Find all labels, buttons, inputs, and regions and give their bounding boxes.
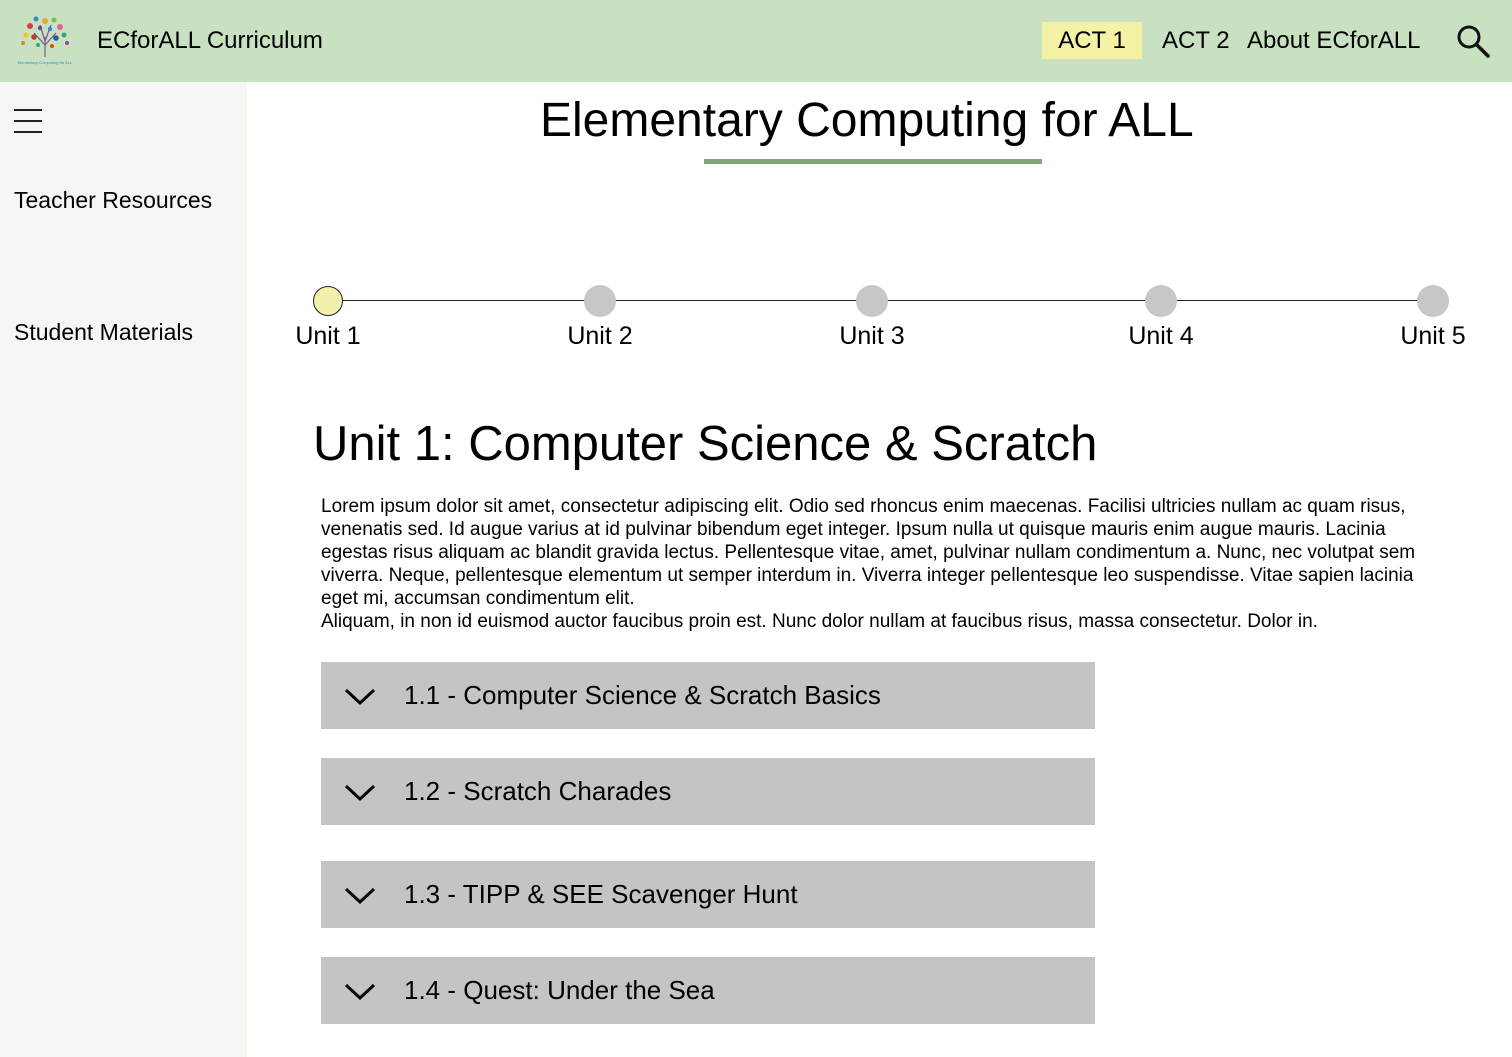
lesson-title: 1.1 - Computer Science & Scratch Basics [404, 680, 881, 710]
unit-2-dot[interactable] [584, 285, 616, 317]
lesson-accordion-1-3[interactable]: 1.3 - TIPP & SEE Scavenger Hunt [321, 861, 1095, 928]
sidebar-item-student-materials[interactable]: Student Materials [14, 319, 193, 346]
unit-4-label[interactable]: Unit 4 [1128, 322, 1193, 351]
chevron-down-icon[interactable] [343, 780, 377, 804]
lesson-title: 1.2 - Scratch Charades [404, 776, 672, 806]
unit-description: Lorem ipsum dolor sit amet, consectetur … [321, 495, 1436, 633]
hamburger-menu-icon[interactable] [14, 109, 42, 133]
logo-caption: Elementary Computing for ALL [18, 60, 73, 65]
nav-act-2[interactable]: ACT 2 [1162, 22, 1230, 59]
chevron-down-icon[interactable] [343, 883, 377, 907]
chevron-down-icon[interactable] [343, 684, 377, 708]
app-title: ECforALL Curriculum [97, 27, 323, 54]
unit-heading: Unit 1: Computer Science & Scratch [313, 417, 1098, 471]
title-underline [704, 159, 1042, 164]
unit-3-dot[interactable] [856, 285, 888, 317]
unit-2-label[interactable]: Unit 2 [567, 322, 632, 351]
lesson-title: 1.4 - Quest: Under the Sea [404, 975, 715, 1005]
lesson-accordion-1-4[interactable]: 1.4 - Quest: Under the Sea [321, 957, 1095, 1024]
unit-description-paragraph: Aliquam, in non id euismod auctor faucib… [321, 611, 1318, 632]
chevron-down-icon[interactable] [343, 979, 377, 1003]
unit-1-dot[interactable] [313, 286, 343, 316]
sidebar-item-teacher-resources[interactable]: Teacher Resources [14, 187, 212, 214]
unit-3-label[interactable]: Unit 3 [839, 322, 904, 351]
unit-description-paragraph: Lorem ipsum dolor sit amet, consectetur … [321, 496, 1416, 609]
top-header: Elementary Computing for ALL ECforALL Cu… [0, 0, 1512, 82]
nav-act-1[interactable]: ACT 1 [1042, 22, 1142, 59]
lesson-accordion-1-2[interactable]: 1.2 - Scratch Charades [321, 758, 1095, 825]
lesson-title: 1.3 - TIPP & SEE Scavenger Hunt [404, 879, 798, 909]
nav-about[interactable]: About ECforALL [1247, 22, 1420, 59]
lesson-accordion-1-1[interactable]: 1.1 - Computer Science & Scratch Basics [321, 662, 1095, 729]
search-icon[interactable] [1456, 24, 1490, 58]
page-title: Elementary Computing for ALL [540, 94, 1194, 147]
sidebar: Teacher Resources Student Materials [0, 82, 247, 1057]
tree-logo-icon[interactable]: Elementary Computing for ALL [14, 11, 76, 71]
unit-5-dot[interactable] [1417, 285, 1449, 317]
unit-4-dot[interactable] [1145, 285, 1177, 317]
unit-5-label[interactable]: Unit 5 [1400, 322, 1465, 351]
unit-1-label[interactable]: Unit 1 [295, 322, 360, 351]
